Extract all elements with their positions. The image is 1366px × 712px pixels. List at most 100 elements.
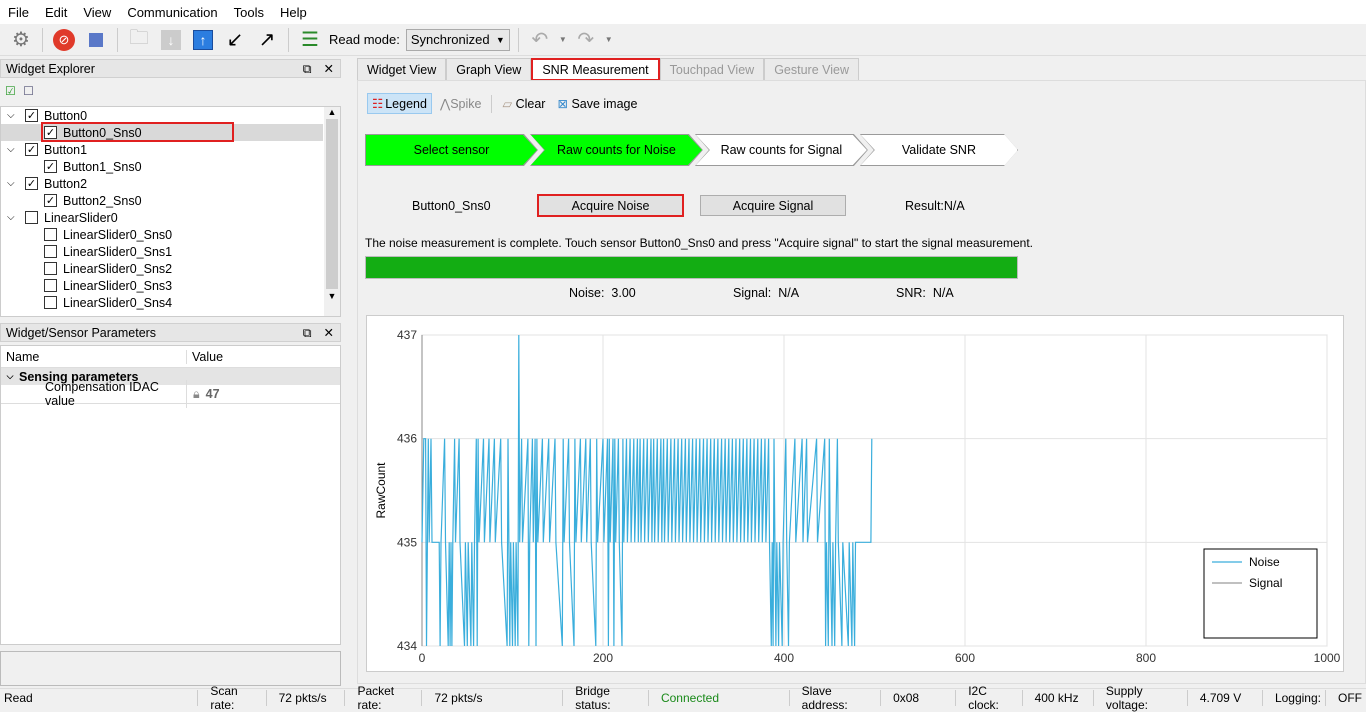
raw-count-chart: 0 200 400 600 800 1000 434 435 436 437 RawCount Noi… bbox=[366, 315, 1344, 672]
logging-label: Logging: bbox=[1274, 690, 1321, 705]
checkbox[interactable]: ✓ bbox=[25, 109, 38, 122]
separator bbox=[42, 27, 43, 52]
acquire-signal-button[interactable]: Acquire Signal bbox=[700, 195, 846, 216]
stop-icon[interactable] bbox=[83, 27, 109, 53]
redo-dropdown-icon[interactable]: ▼ bbox=[605, 35, 613, 44]
checkbox[interactable] bbox=[44, 262, 57, 275]
read-from-device-icon[interactable]: ↓ bbox=[158, 27, 184, 53]
expand-chevron-icon[interactable]: ⌵ bbox=[7, 178, 25, 189]
tab-snr-measurement[interactable]: SNR Measurement bbox=[531, 58, 660, 81]
checkbox[interactable]: ✓ bbox=[44, 194, 57, 207]
checkbox[interactable] bbox=[44, 296, 57, 309]
tab-widget-view[interactable]: Widget View bbox=[357, 58, 447, 80]
y-tick-label: 435 bbox=[397, 535, 417, 549]
tree-item-label: LinearSlider0_Sns4 bbox=[63, 295, 173, 310]
read-mode-select[interactable]: Synchronized ▼ bbox=[405, 28, 510, 51]
tree-scrollbar[interactable]: ▲ ▼ bbox=[324, 107, 340, 316]
expand-chevron-icon[interactable]: ⌵ bbox=[7, 144, 25, 155]
tree-item-label: LinearSlider0_Sns0 bbox=[63, 227, 173, 242]
status-message: The noise measurement is complete. Touch… bbox=[365, 236, 1033, 250]
scrollbar-thumb[interactable] bbox=[326, 119, 338, 289]
tree-item[interactable]: ✓ Button2_Sns0 bbox=[1, 192, 340, 209]
checkbox[interactable]: ✓ bbox=[25, 177, 38, 190]
save-image-button[interactable]: ⊠ Save image bbox=[553, 94, 641, 113]
param-value: 47 bbox=[205, 387, 220, 401]
tree-item[interactable]: LinearSlider0_Sns3 bbox=[1, 277, 340, 294]
clear-button[interactable]: ▱ Clear bbox=[498, 94, 549, 113]
params-header: Widget/Sensor Parameters ⧉ ✕ bbox=[0, 323, 341, 342]
undo-icon[interactable]: ↶ bbox=[527, 27, 553, 53]
tree-item[interactable]: LinearSlider0_Sns4 bbox=[1, 294, 340, 311]
x-tick-label: 800 bbox=[1136, 651, 1156, 665]
slave-value: 0x08 bbox=[893, 690, 920, 705]
float-icon[interactable]: ⧉ bbox=[303, 62, 312, 76]
menu-help[interactable]: Help bbox=[272, 5, 315, 20]
checkbox[interactable] bbox=[25, 211, 38, 224]
spike-button[interactable]: ⋀Spike bbox=[436, 94, 486, 113]
menu-file[interactable]: File bbox=[0, 5, 37, 20]
tree-item[interactable]: LinearSlider0_Sns0 bbox=[1, 226, 340, 243]
noise-value: 3.00 bbox=[611, 286, 636, 300]
menu-view[interactable]: View bbox=[75, 5, 119, 20]
checkbox[interactable] bbox=[44, 228, 57, 241]
tree-item[interactable]: ✓ Button0_Sns0 bbox=[1, 122, 323, 142]
tab-gesture-view[interactable]: Gesture View bbox=[764, 58, 860, 80]
widget-explorer-title: Widget Explorer bbox=[6, 61, 95, 76]
wizard-step: Validate SNR bbox=[860, 134, 1018, 166]
open-folder-icon[interactable]: 🗀 bbox=[126, 27, 152, 53]
export-icon[interactable]: ↗ bbox=[254, 27, 280, 53]
checkbox[interactable] bbox=[44, 279, 57, 292]
checkbox[interactable]: ✓ bbox=[44, 160, 57, 173]
bridge-label: Bridge status: bbox=[575, 683, 611, 712]
tree-item[interactable]: LinearSlider0_Sns2 bbox=[1, 260, 340, 277]
bridge-status: Connected bbox=[660, 690, 719, 705]
close-icon[interactable]: ✕ bbox=[324, 326, 334, 340]
write-to-device-icon[interactable]: ↑ bbox=[190, 27, 216, 53]
col-value: Value bbox=[192, 349, 224, 364]
wizard-step-label: Select sensor bbox=[366, 135, 537, 165]
tree-item-label: Button1_Sns0 bbox=[63, 159, 142, 174]
x-tick-label: 1000 bbox=[1314, 651, 1341, 665]
check-all-icon[interactable]: ☑ bbox=[5, 84, 16, 98]
expand-chevron-icon[interactable]: ⌵ bbox=[7, 212, 25, 223]
x-tick-label: 200 bbox=[593, 651, 613, 665]
tree-item-label: LinearSlider0_Sns3 bbox=[63, 278, 173, 293]
params-table: Name Value ⌵ Sensing parameters Compensat… bbox=[0, 345, 341, 645]
uncheck-all-icon[interactable]: ☐ bbox=[23, 84, 34, 98]
checkbox[interactable]: ✓ bbox=[25, 143, 38, 156]
menu-communication[interactable]: Communication bbox=[119, 5, 225, 20]
tree-item[interactable]: ⌵ ✓ Button1 bbox=[1, 141, 340, 158]
log-icon[interactable]: ☰ bbox=[297, 27, 323, 53]
close-icon[interactable]: ✕ bbox=[324, 62, 334, 76]
tree-item-label: Button2_Sns0 bbox=[63, 193, 142, 208]
menu-tools[interactable]: Tools bbox=[226, 5, 272, 20]
param-row[interactable]: Compensation IDAC value 🔒︎ 47 bbox=[1, 380, 340, 408]
wizard-step-label: Raw counts for Noise bbox=[531, 135, 702, 165]
tree-item[interactable]: LinearSlider0_Sns1 bbox=[1, 243, 340, 260]
y-tick-label: 437 bbox=[397, 328, 417, 342]
tab-touchpad-view[interactable]: Touchpad View bbox=[659, 58, 765, 80]
menu-bar: File Edit View Communication Tools Help bbox=[0, 0, 1366, 24]
gear-icon[interactable]: ⚙ bbox=[8, 27, 34, 53]
chevron-down-icon: ▼ bbox=[495, 34, 505, 45]
tree-item[interactable]: ⌵ ✓ Button2 bbox=[1, 175, 340, 192]
expand-chevron-icon[interactable]: ⌵ bbox=[7, 110, 25, 121]
tree-item[interactable]: ✓ Button1_Sns0 bbox=[1, 158, 340, 175]
noise-stat: Noise: 3.00 bbox=[569, 286, 636, 300]
disconnect-icon[interactable]: ⊘ bbox=[51, 27, 77, 53]
import-icon[interactable]: ↙ bbox=[222, 27, 248, 53]
i2c-value: 400 kHz bbox=[1034, 690, 1079, 705]
undo-dropdown-icon[interactable]: ▼ bbox=[559, 35, 567, 44]
scan-rate-value: 72 pkts/s bbox=[278, 690, 327, 705]
params-title: Widget/Sensor Parameters bbox=[6, 325, 157, 340]
status-bar: Read Scan rate: 72 pkts/s Packet rate: 72 … bbox=[0, 684, 1366, 712]
legend-button[interactable]: ☷ Legend bbox=[367, 93, 432, 114]
acquire-noise-button[interactable]: Acquire Noise bbox=[537, 194, 684, 217]
tab-graph-view[interactable]: Graph View bbox=[446, 58, 532, 80]
tree-item[interactable]: ⌵ LinearSlider0 bbox=[1, 209, 340, 226]
float-icon[interactable]: ⧉ bbox=[303, 326, 312, 340]
packet-rate-label: Packet rate: bbox=[357, 683, 395, 712]
redo-icon[interactable]: ↷ bbox=[573, 27, 599, 53]
checkbox[interactable] bbox=[44, 245, 57, 258]
menu-edit[interactable]: Edit bbox=[37, 5, 75, 20]
